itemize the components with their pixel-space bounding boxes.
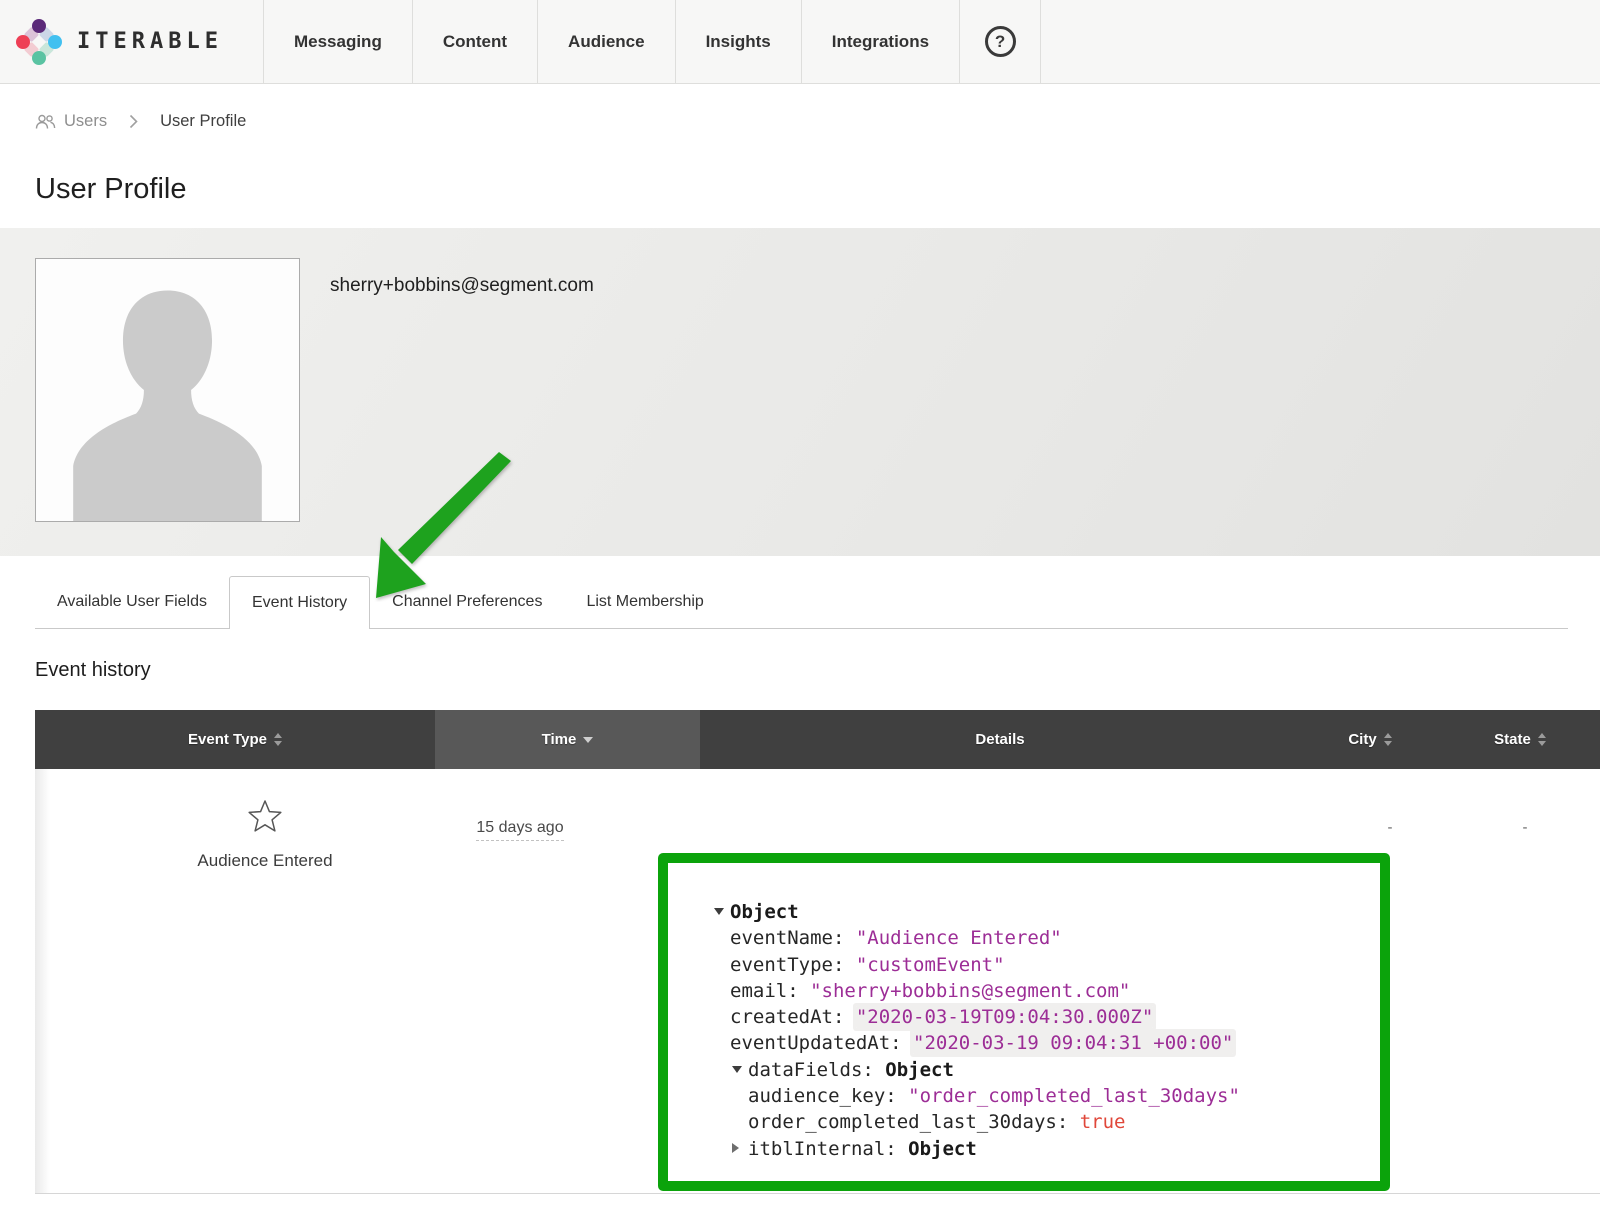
json-line: eventName: "Audience Entered"	[712, 925, 1372, 951]
nav-item-content[interactable]: Content	[413, 0, 538, 83]
tab-event-history[interactable]: Event History	[229, 576, 370, 629]
sort-icon	[1384, 733, 1392, 746]
breadcrumb-section-label: Users	[64, 112, 107, 131]
table-header-row: Event Type Time Details City State	[35, 710, 1600, 769]
collapse-triangle-icon[interactable]	[714, 908, 724, 915]
event-type-cell: Audience Entered	[65, 799, 465, 871]
json-key: createdAt:	[730, 1006, 856, 1028]
nav-item-messaging[interactable]: Messaging	[264, 0, 413, 83]
column-label: State	[1494, 731, 1531, 748]
nav-item-insights[interactable]: Insights	[676, 0, 802, 83]
event-type-label: Audience Entered	[65, 851, 465, 871]
users-icon	[35, 114, 56, 130]
tab-label: List Membership	[586, 593, 703, 610]
tab-channel-preferences[interactable]: Channel Preferences	[370, 576, 564, 628]
nav-item-label: Content	[443, 32, 507, 52]
star-icon	[247, 799, 283, 833]
help-button[interactable]: ?	[960, 0, 1041, 83]
table-row: Audience Entered 15 days ago Object even…	[35, 769, 1600, 1194]
profile-summary: sherry+bobbins@segment.com	[0, 228, 1600, 556]
json-value: "order_completed_last_30days"	[908, 1085, 1240, 1107]
json-line: audience_key: "order_completed_last_30da…	[712, 1083, 1372, 1109]
help-icon: ?	[985, 26, 1016, 57]
column-header-details: Details	[700, 710, 1300, 769]
json-key: eventName:	[730, 927, 856, 949]
json-key: order_completed_last_30days:	[748, 1111, 1080, 1133]
page-title: User Profile	[35, 173, 1600, 205]
expand-triangle-icon[interactable]	[732, 1143, 739, 1153]
profile-tabs: Available User Fields Event History Chan…	[35, 576, 1568, 629]
json-value: Object	[908, 1138, 977, 1160]
json-key: email:	[730, 980, 810, 1002]
json-line: email: "sherry+bobbins@segment.com"	[712, 978, 1372, 1004]
city-cell: -	[1320, 819, 1460, 836]
avatar	[35, 258, 300, 522]
json-value: "2020-03-19T09:04:30.000Z"	[856, 1006, 1153, 1028]
json-line: eventType: "customEvent"	[712, 952, 1372, 978]
column-label: Details	[975, 731, 1024, 748]
sort-icon	[1538, 733, 1546, 746]
json-line: createdAt: "2020-03-19T09:04:30.000Z"	[712, 1004, 1372, 1030]
json-value: Object	[730, 901, 799, 923]
tab-label: Available User Fields	[57, 593, 207, 610]
event-details-json-viewer: Object eventName: "Audience Entered" eve…	[658, 853, 1390, 1191]
column-header-event-type[interactable]: Event Type	[35, 710, 435, 769]
tab-label: Channel Preferences	[392, 593, 542, 610]
breadcrumb-current: User Profile	[160, 112, 246, 131]
json-key: eventUpdatedAt:	[730, 1032, 913, 1054]
json-line: order_completed_last_30days: true	[712, 1109, 1372, 1135]
json-key: eventType:	[730, 954, 856, 976]
relative-time[interactable]: 15 days ago	[476, 819, 563, 841]
avatar-silhouette-icon	[36, 259, 299, 521]
sort-icon	[274, 733, 282, 746]
json-key: audience_key:	[748, 1085, 908, 1107]
top-navigation: ITERABLE Messaging Content Audience Insi…	[0, 0, 1600, 84]
nav-item-integrations[interactable]: Integrations	[802, 0, 960, 83]
json-key: itblInternal:	[748, 1138, 908, 1160]
breadcrumb-users-link[interactable]: Users	[35, 112, 107, 131]
json-value: Object	[885, 1059, 954, 1081]
json-value: "sherry+bobbins@segment.com"	[810, 980, 1130, 1002]
tab-available-user-fields[interactable]: Available User Fields	[35, 576, 229, 628]
column-label: City	[1348, 731, 1376, 748]
user-email: sherry+bobbins@segment.com	[330, 275, 594, 297]
json-value: true	[1080, 1111, 1126, 1133]
iterable-user-profile-page: { "nav": { "brand": "ITERABLE", "items":…	[0, 0, 1600, 1219]
breadcrumb: Users User Profile	[35, 112, 1600, 131]
json-value: "Audience Entered"	[856, 927, 1062, 949]
tab-label: Event History	[252, 594, 347, 611]
iterable-logo-icon	[16, 19, 62, 65]
event-history-table: Event Type Time Details City State Audie…	[35, 710, 1600, 1194]
json-key: dataFields:	[748, 1059, 885, 1081]
iterable-logo[interactable]: ITERABLE	[0, 0, 264, 83]
chevron-right-icon	[129, 114, 138, 129]
json-line: dataFields: Object	[712, 1057, 1372, 1083]
column-header-state[interactable]: State	[1440, 710, 1600, 769]
section-heading: Event history	[35, 659, 1600, 682]
nav-item-label: Audience	[568, 32, 645, 52]
column-header-time[interactable]: Time	[435, 710, 700, 769]
nav-item-audience[interactable]: Audience	[538, 0, 676, 83]
column-label: Event Type	[188, 731, 267, 748]
main-menu: Messaging Content Audience Insights Inte…	[264, 0, 960, 83]
state-cell: -	[1455, 819, 1595, 836]
column-header-city[interactable]: City	[1300, 710, 1440, 769]
nav-item-label: Insights	[706, 32, 771, 52]
nav-item-label: Integrations	[832, 32, 929, 52]
collapse-triangle-icon[interactable]	[732, 1066, 742, 1073]
sort-desc-icon	[583, 737, 593, 743]
brand-name: ITERABLE	[77, 29, 223, 54]
nav-item-label: Messaging	[294, 32, 382, 52]
json-line: eventUpdatedAt: "2020-03-19 09:04:31 +00…	[712, 1030, 1372, 1056]
time-cell: 15 days ago	[420, 819, 620, 837]
column-label: Time	[542, 731, 577, 748]
tab-list-membership[interactable]: List Membership	[564, 576, 725, 628]
json-value: "customEvent"	[856, 954, 1005, 976]
json-line: itblInternal: Object	[712, 1136, 1372, 1162]
json-value: "2020-03-19 09:04:31 +00:00"	[913, 1032, 1233, 1054]
json-line: Object	[712, 899, 1372, 925]
